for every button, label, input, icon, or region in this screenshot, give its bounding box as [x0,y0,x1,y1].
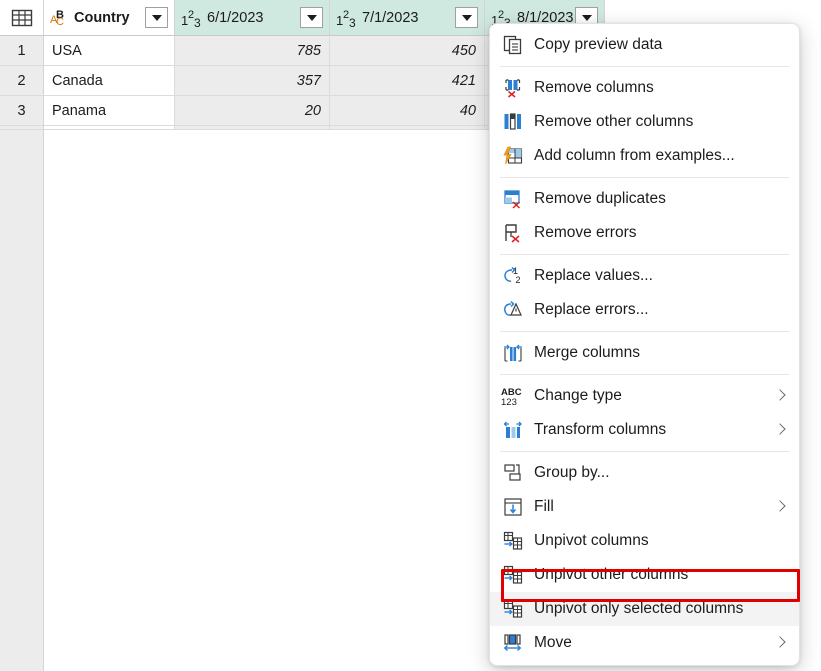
column-header-date-2[interactable]: 123 7/1/2023 [330,0,485,36]
menu-item-remove-columns[interactable]: Remove columns [490,71,799,105]
column-header-label: Country [74,10,130,26]
menu-item-unpivot-only-selected-columns[interactable]: Unpivot only selected columns [490,592,799,626]
chevron-down-icon [152,15,162,21]
cell-date-2[interactable]: 40 [330,96,485,126]
cell-country[interactable]: USA [44,36,175,66]
group-by-icon [498,461,528,485]
chevron-right-icon [773,422,789,438]
row-number: 1 [0,36,44,66]
menu-item-label: Transform columns [534,421,666,439]
column-header-label: 7/1/2023 [362,10,418,26]
column-header-date-1[interactable]: 123 6/1/2023 [175,0,330,36]
select-all-corner-cell[interactable] [0,0,44,36]
table-corner-icon [11,9,33,27]
chevron-right-icon [773,388,789,404]
add-column-from-examples-icon [498,144,528,168]
cell-date-1[interactable]: 357 [175,66,330,96]
cell-date-1 [175,126,330,130]
row-gutter-fill [0,130,44,671]
menu-item-replace-values[interactable]: 1 2 Replace values... [490,259,799,293]
chevron-down-icon [462,15,472,21]
menu-item-merge-columns[interactable]: Merge columns [490,336,799,370]
transform-columns-icon [498,418,528,442]
menu-item-remove-errors[interactable]: Remove errors [490,216,799,250]
copy-icon [498,33,528,57]
menu-item-label: Change type [534,387,622,405]
remove-other-columns-icon [498,110,528,134]
menu-item-remove-other-columns[interactable]: Remove other columns [490,105,799,139]
chevron-right-icon [773,635,789,651]
chevron-down-icon [307,15,317,21]
svg-text:2: 2 [516,275,521,285]
menu-item-remove-duplicates[interactable]: Remove duplicates [490,182,799,216]
menu-item-move[interactable]: Move [490,626,799,660]
menu-separator [500,177,789,178]
unpivot-columns-icon [498,529,528,553]
chevron-down-icon [582,15,592,21]
menu-item-unpivot-other-columns[interactable]: Unpivot other columns [490,558,799,592]
unpivot-other-columns-icon [498,563,528,587]
replace-errors-icon [498,298,528,322]
row-number [0,126,44,130]
123-number-type-icon: 123 [181,9,202,27]
menu-item-label: Remove duplicates [534,190,666,208]
menu-item-group-by[interactable]: Group by... [490,456,799,490]
menu-item-label: Replace values... [534,267,653,285]
menu-item-label: Group by... [534,464,610,482]
menu-separator [500,451,789,452]
remove-duplicates-icon [498,187,528,211]
menu-separator [500,254,789,255]
menu-item-label: Unpivot columns [534,532,649,550]
cell-date-1[interactable]: 20 [175,96,330,126]
menu-item-label: Add column from examples... [534,147,735,165]
menu-item-label: Copy preview data [534,36,662,54]
cell-date-2 [330,126,485,130]
menu-item-label: Remove errors [534,224,637,242]
menu-separator [500,66,789,67]
menu-item-label: Unpivot other columns [534,566,688,584]
menu-item-label: Remove columns [534,79,654,97]
menu-item-label: Fill [534,498,554,516]
cell-date-1[interactable]: 785 [175,36,330,66]
column-header-label: 6/1/2023 [207,10,263,26]
merge-columns-icon [498,341,528,365]
filter-button-date-1[interactable] [300,7,323,28]
menu-item-change-type[interactable]: ABC 123 Change type [490,379,799,413]
chevron-right-icon [773,499,789,515]
menu-item-label: Replace errors... [534,301,649,319]
svg-text:123: 123 [501,397,517,407]
menu-item-add-column-from-examples[interactable]: Add column from examples... [490,139,799,173]
context-menu[interactable]: Copy preview data Remove columns [489,23,800,666]
menu-item-label: Merge columns [534,344,640,362]
cell-date-2[interactable]: 450 [330,36,485,66]
menu-item-copy-preview-data[interactable]: Copy preview data [490,28,799,62]
menu-separator [500,374,789,375]
menu-item-fill[interactable]: Fill [490,490,799,524]
column-header-country[interactable]: ABC Country [44,0,175,36]
replace-values-icon: 1 2 [498,264,528,288]
abc-text-type-icon: ABC [50,9,69,27]
remove-columns-icon [498,76,528,100]
cell-country[interactable]: Canada [44,66,175,96]
cell-country[interactable]: Panama [44,96,175,126]
menu-separator [500,331,789,332]
row-number: 3 [0,96,44,126]
menu-item-unpivot-columns[interactable]: Unpivot columns [490,524,799,558]
menu-item-transform-columns[interactable]: Transform columns [490,413,799,447]
remove-errors-icon [498,221,528,245]
menu-item-label: Remove other columns [534,113,693,131]
unpivot-selected-columns-icon [498,597,528,621]
menu-item-label: Unpivot only selected columns [534,600,743,618]
menu-item-label: Move [534,634,572,652]
change-type-icon: ABC 123 [498,384,528,408]
menu-item-replace-errors[interactable]: Replace errors... [490,293,799,327]
123-number-type-icon: 123 [336,9,357,27]
filter-button-country[interactable] [145,7,168,28]
move-icon [498,631,528,655]
cell-date-2[interactable]: 421 [330,66,485,96]
fill-icon [498,495,528,519]
filter-button-date-2[interactable] [455,7,478,28]
cell-country [44,126,175,130]
row-number: 2 [0,66,44,96]
